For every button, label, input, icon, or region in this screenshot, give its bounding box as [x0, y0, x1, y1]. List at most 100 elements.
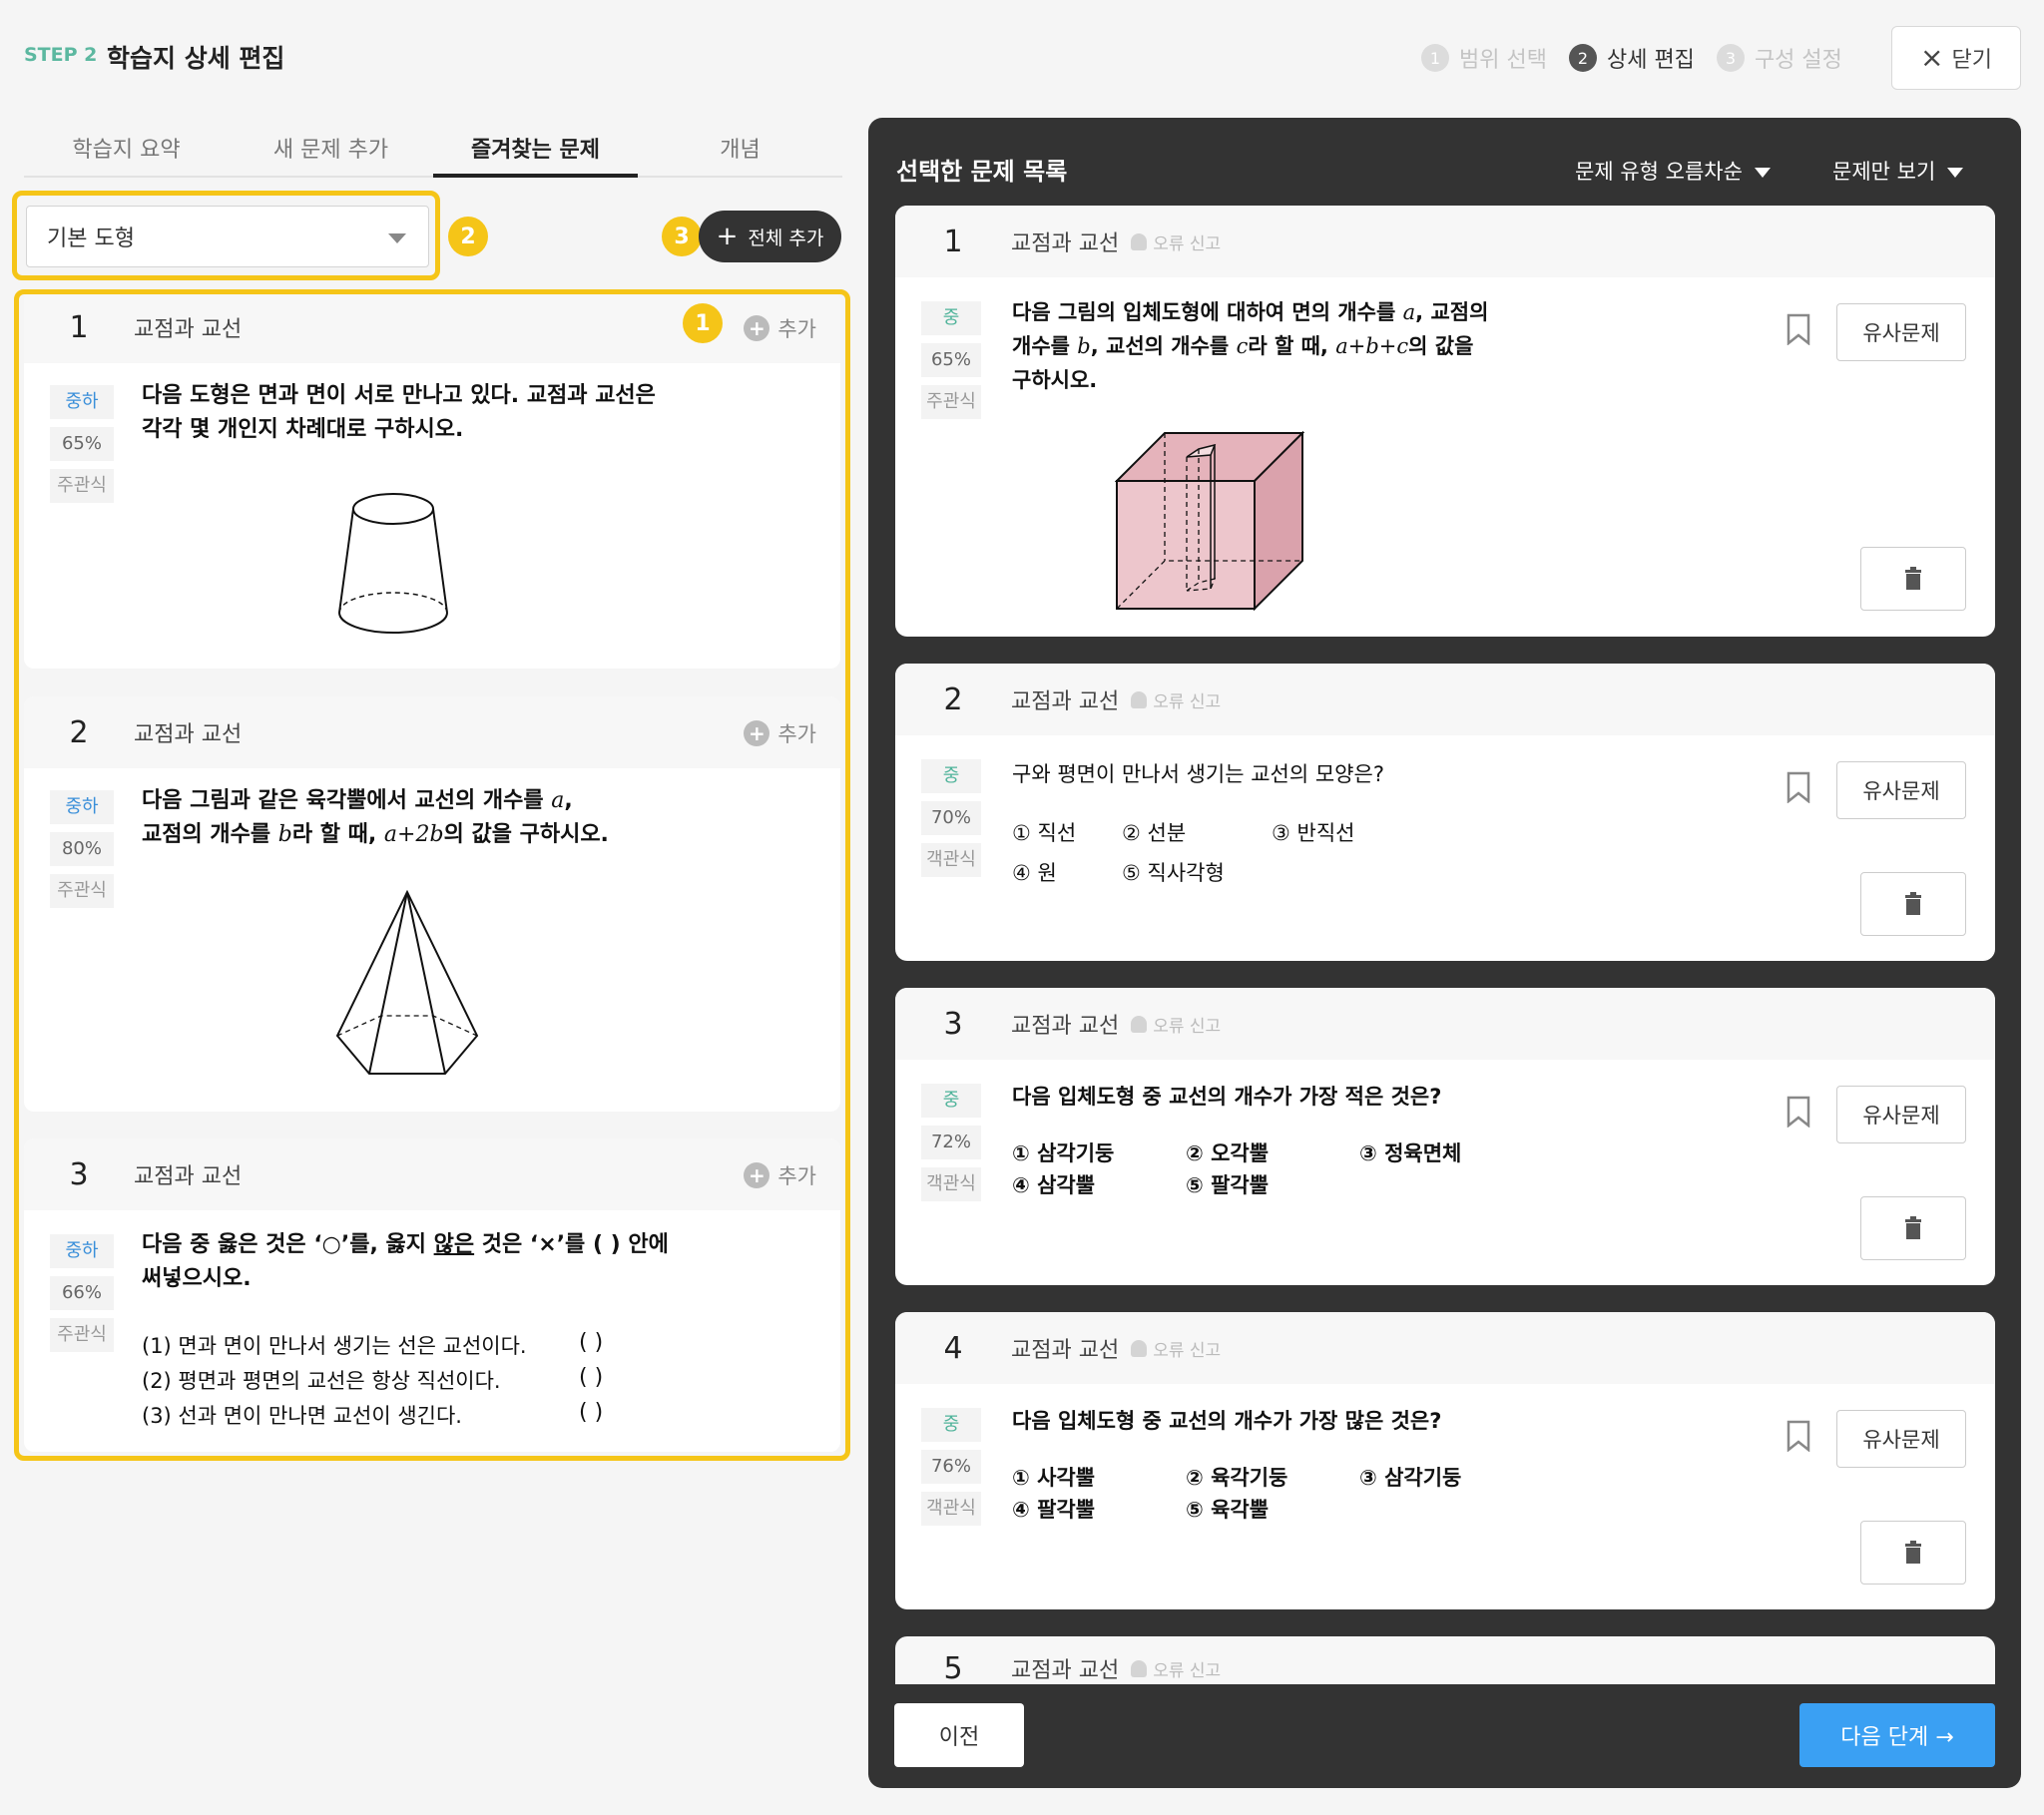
report-error-button[interactable]: 오류 신고	[1131, 229, 1221, 254]
bell-icon	[1131, 690, 1148, 708]
question-number: 3	[943, 1006, 963, 1042]
option-2: ② 육각기둥	[1186, 1466, 1288, 1490]
bell-icon	[1131, 232, 1148, 250]
question-type: 객관식	[921, 843, 981, 877]
question-meta: 중 70% 객관식	[921, 759, 981, 885]
option-1: ① 직선	[1012, 821, 1077, 845]
option-4: ④ 원	[1012, 861, 1057, 885]
selected-questions-panel: 선택한 문제 목록 문제 유형 오름차순 문제만 보기 1 교점과 교선 오류 …	[868, 118, 2021, 1788]
delete-button[interactable]	[1860, 1196, 1966, 1260]
question-type: 주관식	[921, 385, 981, 419]
step-1-label: 범위 선택	[1459, 48, 1547, 73]
option-5: ⑤ 육각뿔	[1186, 1498, 1270, 1522]
cube-prism-figure	[1115, 431, 1304, 612]
similar-question-button[interactable]: 유사문제	[1836, 303, 1966, 361]
option-5: ⑤ 직사각형	[1122, 861, 1225, 885]
step-2: 2 상세 편집	[1568, 42, 1695, 74]
bookmark-icon[interactable]	[1786, 1096, 1811, 1128]
report-error-button[interactable]: 오류 신고	[1131, 1012, 1221, 1037]
question-header: 2 교점과 교선 오류 신고	[895, 664, 1995, 735]
selected-question-card-5: 5 교점과 교선 오류 신고	[895, 1636, 1995, 1684]
delete-button[interactable]	[1860, 872, 1966, 936]
option-3: ③ 반직선	[1272, 821, 1355, 845]
question-header: 3 교점과 교선 오류 신고	[895, 988, 1995, 1060]
step-1: 1 범위 선택	[1421, 42, 1547, 74]
step-indicator: 1 범위 선택 2 상세 편집 3 구성 설정	[1421, 42, 1864, 74]
question-topic: 교점과 교선	[1011, 1658, 1120, 1683]
question-topic: 교점과 교선	[1011, 689, 1120, 714]
option-5: ⑤ 팔각뿔	[1186, 1173, 1270, 1197]
bookmark-icon[interactable]	[1786, 313, 1811, 345]
question-number: 4	[943, 1330, 963, 1366]
selected-question-card-2: 2 교점과 교선 오류 신고 중 70% 객관식 구와 평면이 만나서 생기는 …	[895, 664, 1995, 961]
caret-down-icon	[1947, 168, 1964, 178]
bookmark-icon[interactable]	[1786, 771, 1811, 803]
bell-icon	[1131, 1339, 1148, 1357]
topic-filter-select[interactable]: 기본 도형	[26, 206, 429, 267]
question-type: 객관식	[921, 1167, 981, 1201]
view-dropdown[interactable]: 문제만 보기	[1832, 156, 1964, 186]
difficulty-badge: 중	[921, 1084, 981, 1118]
annotation-badge-1: 1	[683, 303, 723, 343]
question-header: 5 교점과 교선 오류 신고	[895, 1636, 1995, 1684]
bookmark-icon[interactable]	[1786, 1420, 1811, 1452]
correct-rate: 70%	[921, 801, 981, 835]
similar-question-button[interactable]: 유사문제	[1836, 761, 1966, 819]
similar-question-button[interactable]: 유사문제	[1836, 1086, 1966, 1143]
difficulty-badge: 중	[921, 1408, 981, 1442]
step-2-label: 상세 편집	[1606, 48, 1695, 73]
view-label: 문제만 보기	[1832, 160, 1936, 184]
previous-button[interactable]: 이전	[894, 1703, 1024, 1767]
difficulty-badge: 중	[921, 759, 981, 793]
correct-rate: 72%	[921, 1126, 981, 1159]
option-2: ② 선분	[1122, 821, 1187, 845]
bell-icon	[1131, 1015, 1148, 1033]
question-topic: 교점과 교선	[1011, 1338, 1120, 1363]
tab-summary[interactable]: 학습지 요약	[24, 120, 229, 176]
tab-new-question[interactable]: 새 문제 추가	[229, 120, 433, 176]
step-2-number: 2	[1568, 44, 1597, 72]
question-text: 다음 입체도형 중 교선의 개수가 가장 적은 것은?	[1012, 1085, 1442, 1109]
chevron-down-icon	[388, 233, 406, 243]
close-label: 닫기	[1951, 48, 1992, 73]
sort-label: 문제 유형 오름차순	[1575, 160, 1743, 184]
question-number: 5	[943, 1650, 963, 1685]
difficulty-badge: 중	[921, 301, 981, 335]
question-number: 2	[943, 681, 963, 717]
add-all-button[interactable]: + 전체 추가	[699, 211, 841, 262]
selected-question-card-1: 1 교점과 교선 오류 신고 중 65% 주관식 다음 그림의 입체도형에 대하…	[895, 206, 1995, 637]
trash-icon	[1905, 892, 1921, 915]
highlight-question-list	[14, 289, 850, 1461]
question-number: 1	[943, 224, 963, 259]
report-error-button[interactable]: 오류 신고	[1131, 1648, 1221, 1681]
caret-down-icon	[1754, 168, 1771, 178]
step-3: 3 구성 설정	[1716, 42, 1842, 74]
tab-concept[interactable]: 개념	[638, 120, 842, 176]
delete-button[interactable]	[1860, 547, 1966, 611]
correct-rate: 76%	[921, 1450, 981, 1484]
question-meta: 중 76% 객관식	[921, 1408, 981, 1534]
question-header: 4 교점과 교선 오류 신고	[895, 1312, 1995, 1384]
correct-rate: 65%	[921, 343, 981, 377]
page-title: 학습지 상세 편집	[107, 44, 285, 73]
tab-favorites[interactable]: 즐겨찾는 문제	[433, 120, 638, 178]
question-meta: 중 65% 주관식	[921, 301, 981, 427]
similar-question-button[interactable]: 유사문제	[1836, 1410, 1966, 1468]
trash-icon	[1905, 1541, 1921, 1564]
report-error-button[interactable]: 오류 신고	[1131, 687, 1221, 712]
question-meta: 중 72% 객관식	[921, 1084, 981, 1209]
option-2: ② 오각뿔	[1186, 1141, 1270, 1165]
sort-dropdown[interactable]: 문제 유형 오름차순	[1575, 156, 1771, 186]
delete-button[interactable]	[1860, 1521, 1966, 1585]
report-error-button[interactable]: 오류 신고	[1131, 1336, 1221, 1361]
option-4: ④ 팔각뿔	[1012, 1498, 1096, 1522]
option-1: ① 삼각기둥	[1012, 1141, 1115, 1165]
close-button[interactable]: × 닫기	[1891, 26, 2021, 90]
plus-icon: +	[716, 222, 739, 251]
question-header: 1 교점과 교선 오류 신고	[895, 206, 1995, 277]
bell-icon	[1131, 1659, 1148, 1677]
question-text: 구와 평면이 만나서 생기는 교선의 모양은?	[1012, 762, 1384, 786]
option-1: ① 사각뿔	[1012, 1466, 1096, 1490]
option-4: ④ 삼각뿔	[1012, 1173, 1096, 1197]
next-step-button[interactable]: 다음 단계 →	[1799, 1703, 1995, 1767]
